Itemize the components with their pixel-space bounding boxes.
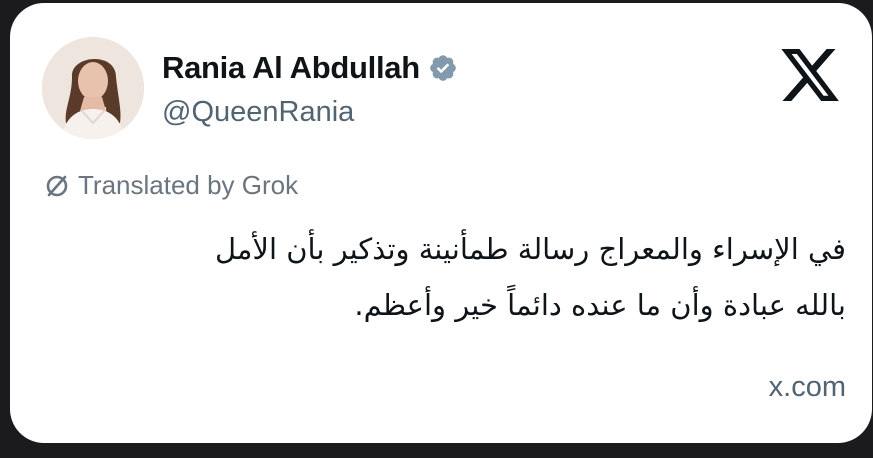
translate-icon xyxy=(44,173,70,199)
tweet-text: في الإسراء والمعراج رسالة طمأنينة وتذكير… xyxy=(66,221,846,333)
avatar[interactable] xyxy=(42,37,144,139)
tweet-text-line: في الإسراء والمعراج رسالة طمأنينة وتذكير… xyxy=(214,232,846,266)
tweet-text-line: بالله عبادة وأن ما عنده دائماً خير وأعظم… xyxy=(354,288,846,322)
tweet-card[interactable]: Rania Al Abdullah @QueenRania Translated… xyxy=(10,3,872,443)
translation-label: Translated by Grok xyxy=(78,170,299,200)
translation-notice[interactable]: Translated by Grok xyxy=(44,170,298,201)
author-name-row: Rania Al Abdullah xyxy=(162,50,458,86)
author-display-name[interactable]: Rania Al Abdullah xyxy=(162,50,420,86)
verified-badge-icon xyxy=(428,53,458,83)
avatar-photo xyxy=(42,37,144,139)
x-logo-icon[interactable] xyxy=(778,43,842,107)
author-handle[interactable]: @QueenRania xyxy=(162,96,354,129)
source-link[interactable]: x.com xyxy=(769,371,846,404)
